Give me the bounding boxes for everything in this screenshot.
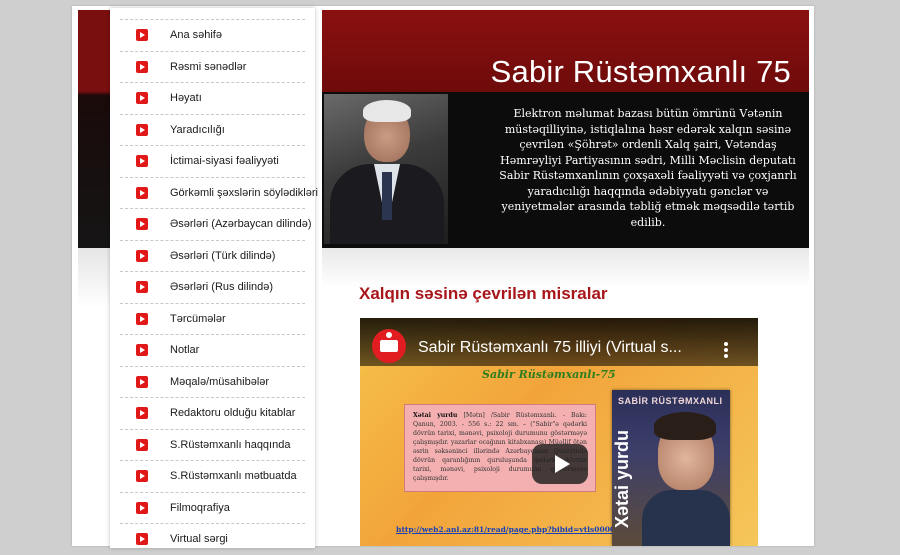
sidebar-item[interactable]: Əsərləri (Azərbaycan dilində) <box>120 208 312 240</box>
left-decor-strip <box>78 10 110 248</box>
portrait-hair <box>363 100 411 122</box>
channel-logo-icon[interactable] <box>372 329 406 363</box>
sidebar-item[interactable]: Filmoqrafiya <box>120 491 305 524</box>
cover-author: SABİR RÜSTƏMXANLI <box>618 396 723 406</box>
play-bullet-icon <box>136 470 148 483</box>
play-bullet-icon <box>136 407 148 420</box>
sidebar-item-label: İctimai-siyasi fəaliyyəti <box>170 155 279 168</box>
sidebar-item[interactable]: Görkəmli şəxslərin söylədikləri <box>120 176 318 209</box>
sidebar-item[interactable]: S.Rüstəmxanlı haqqında <box>120 428 305 461</box>
play-bullet-icon <box>136 155 148 168</box>
play-bullet-icon <box>136 438 148 451</box>
play-bullet-icon <box>136 123 148 136</box>
play-button[interactable] <box>532 444 588 484</box>
header-description: Elektron məlumat bazası bütün ömrünü Vət… <box>499 107 797 229</box>
play-bullet-icon <box>136 501 148 514</box>
sidebar-item-label: Əsərləri (Rus dilində) <box>170 281 274 294</box>
sidebar-item-label: Tərcümələr <box>170 312 226 325</box>
video-title[interactable]: Sabir Rüstəmxanlı 75 illiyi (Virtual s..… <box>418 339 718 357</box>
sidebar-item-label: Rəsmi sənədlər <box>170 60 247 73</box>
sidebar-item[interactable]: Tərcümələr <box>120 302 305 335</box>
play-bullet-icon <box>136 249 148 262</box>
play-bullet-icon <box>136 375 148 388</box>
play-bullet-icon <box>136 60 148 73</box>
play-bullet-icon <box>136 344 148 357</box>
play-bullet-icon <box>136 29 148 42</box>
sidebar-item-label: Məqalə/müsahibələr <box>170 375 270 388</box>
cover-body <box>642 490 730 546</box>
left-decor-fade <box>78 248 110 308</box>
sidebar-item-label: Görkəmli şəxslərin söylədikləri <box>170 186 318 199</box>
sidebar-item[interactable]: Virtual sərgi <box>120 523 305 555</box>
sidebar-item-label: Notlar <box>170 344 200 357</box>
play-bullet-icon <box>136 312 148 325</box>
sidebar-item-label: Yaradıcılığı <box>170 123 225 136</box>
video-embed[interactable]: Sabir Rüstəmxanlı-75 Xətai yurdu [Mətn] … <box>360 318 758 546</box>
sidebar-menu: Ana səhifə Rəsmi sənədlər Həyatı Yaradıcılı… <box>110 19 318 555</box>
sidebar-item-label: Filmoqrafiya <box>170 501 230 514</box>
sidebar-item[interactable]: İctimai-siyasi fəaliyyəti <box>120 145 305 177</box>
sidebar-item-label: Əsərləri (Azərbaycan dilində) <box>170 218 312 231</box>
site-title: Sabir Rüstəmxanlı 75 <box>490 54 791 89</box>
author-portrait <box>324 94 448 244</box>
sidebar-item[interactable]: Redaktoru olduğu kitablar <box>120 397 305 429</box>
sidebar-item-label: Əsərləri (Türk dilində) <box>170 249 276 262</box>
sidebar-item[interactable]: Həyatı <box>120 82 305 114</box>
video-title-bar: Sabir Rüstəmxanlı 75 illiyi (Virtual s..… <box>360 318 758 366</box>
banner-fade <box>322 248 809 288</box>
sidebar-item-label: Ana səhifə <box>170 29 222 42</box>
slide-heading: Sabir Rüstəmxanlı-75 <box>482 368 616 381</box>
sidebar-item[interactable]: Əsərləri (Rus dilində) <box>120 271 305 303</box>
slide-entry-title: Xətai yurdu <box>413 412 458 419</box>
book-reader-icon <box>380 332 398 352</box>
sidebar-item[interactable]: Əsərləri (Türk dilində) <box>120 239 305 272</box>
sidebar-item[interactable]: Rəsmi sənədlər <box>120 50 305 83</box>
sidebar-item[interactable]: Məqalə/müsahibələr <box>120 365 305 398</box>
sidebar-item[interactable]: Ana səhifə <box>120 19 305 51</box>
play-bullet-icon <box>136 281 148 294</box>
more-vertical-icon[interactable] <box>724 342 728 358</box>
play-bullet-icon <box>136 533 148 546</box>
sidebar-item[interactable]: Notlar <box>120 334 305 366</box>
sidebar-nav: Ana səhifə Rəsmi sənədlər Həyatı Yaradıcılı… <box>110 8 318 548</box>
sidebar-item-label: Həyatı <box>170 92 202 105</box>
sidebar-item[interactable]: S.Rüstəmxanlı mətbuatda <box>120 460 305 492</box>
header-banner: Sabir Rüstəmxanlı 75 <box>322 10 809 92</box>
sidebar-item-label: S.Rüstəmxanlı mətbuatda <box>170 470 297 483</box>
cover-title: Xətai yurdu <box>612 429 632 529</box>
portrait-tie <box>382 172 392 220</box>
slide-link[interactable]: http://web2.anl.az:81/read/page.php?bibi… <box>396 525 641 534</box>
page-container: Sabir Rüstəmxanlı 75 Elektron məlumat ba… <box>72 6 814 548</box>
sidebar-item-label: S.Rüstəmxanlı haqqında <box>170 438 291 451</box>
play-bullet-icon <box>136 218 148 231</box>
cover-hair <box>654 412 716 440</box>
play-bullet-icon <box>136 92 148 105</box>
book-cover-image: SABİR RÜSTƏMXANLI Xətai yurdu <box>612 390 730 546</box>
section-title: Xalqın səsinə çevrilən misralar <box>359 284 608 303</box>
sidebar-item-label: Redaktoru olduğu kitablar <box>170 407 296 420</box>
play-bullet-icon <box>136 186 148 199</box>
sidebar-item[interactable]: Yaradıcılığı <box>120 113 305 146</box>
sidebar-item-label: Virtual sərgi <box>170 533 228 546</box>
